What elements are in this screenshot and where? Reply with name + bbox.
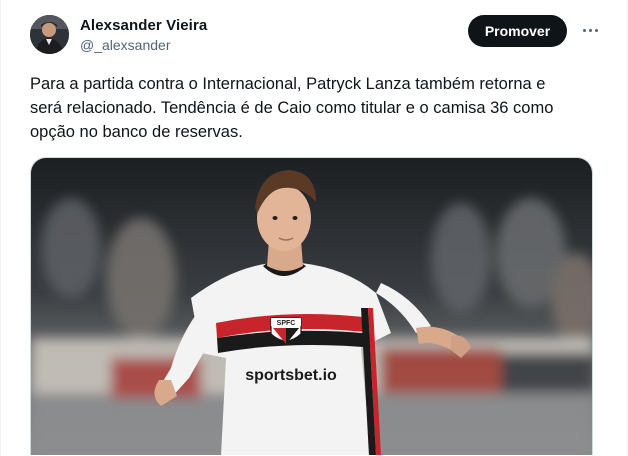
author-name[interactable]: Alexsander Vieira (80, 17, 207, 34)
author-handle[interactable]: @_alexsander (80, 37, 171, 53)
tweet-text-line: opção no banco de reservas. (30, 123, 243, 141)
avatar-image (30, 15, 69, 54)
tweet-text-line: será relacionado. Tendência é de Caio co… (30, 99, 554, 117)
promote-button[interactable]: Promover (468, 15, 567, 47)
more-options-icon[interactable] (576, 18, 604, 42)
tweet-card: Alexsander Vieira @_alexsander Promover … (0, 0, 628, 456)
badge-text: SPFC (277, 320, 296, 327)
avatar[interactable] (30, 15, 69, 54)
tweet-text: Para a partida contra o Internacional, P… (30, 72, 600, 144)
tweet-text-line: Para a partida contra o Internacional, P… (30, 75, 546, 93)
football-player-photo: SPFC sportsbet.io (31, 158, 592, 455)
tweet-media-photo[interactable]: SPFC sportsbet.io (30, 157, 593, 455)
sponsor-text: sportsbet.io (245, 367, 337, 384)
